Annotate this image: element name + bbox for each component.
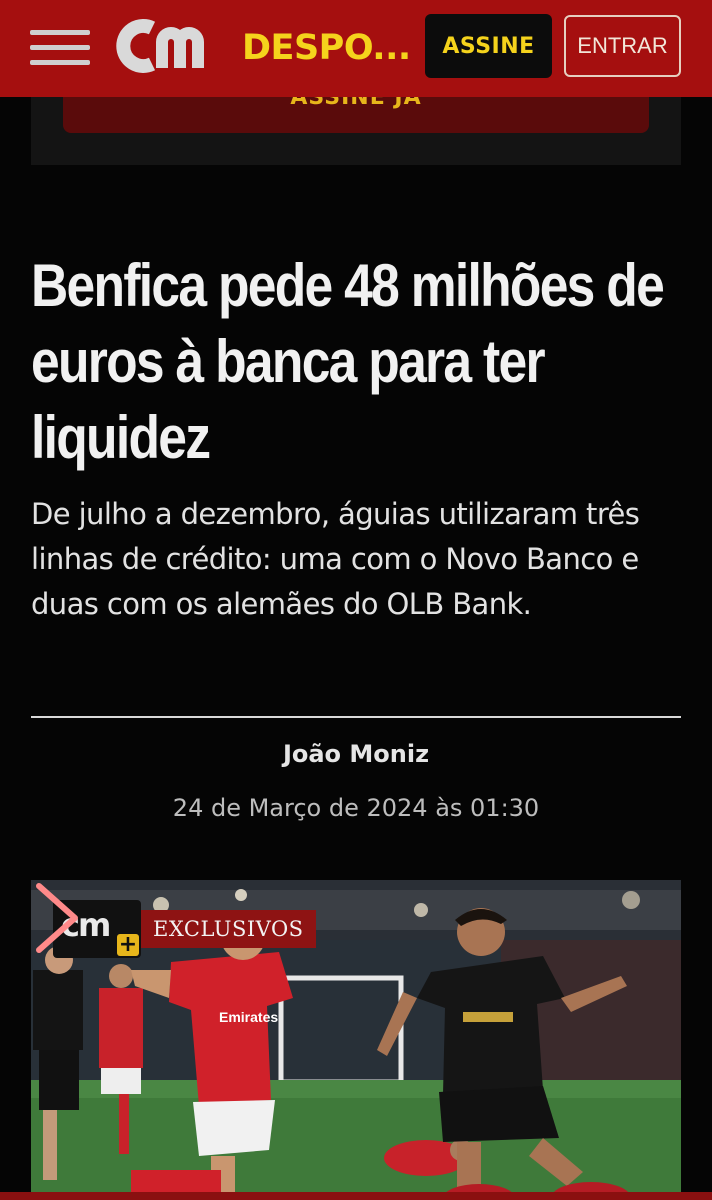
divider — [31, 716, 681, 718]
promo-card: ASSINE JÁ — [31, 97, 681, 165]
exclusivos-badge: EXCLUSIVOS — [141, 910, 316, 948]
top-bar: cm DESPO... ASSINE ENTRAR — [0, 0, 712, 97]
article-photo[interactable]: Emirates cm + EXCLUSIVOS — [31, 880, 681, 1200]
cm-logo[interactable]: cm — [112, 16, 224, 76]
chevron-right-icon[interactable] — [31, 880, 81, 956]
article-date: 24 de Março de 2024 às 01:30 — [172, 794, 540, 822]
login-button[interactable]: ENTRAR — [564, 15, 681, 77]
cm-logo-text: cm — [112, 16, 114, 17]
promo-subscribe-button[interactable]: ASSINE JÁ — [63, 97, 649, 133]
article-lead: De julho a dezembro, águias utilizaram t… — [31, 497, 640, 621]
section-title[interactable]: DESPO... — [242, 24, 411, 72]
article-headline: Benfica pede 48 milhões de euros à banca… — [31, 252, 665, 471]
promo-subscribe-label: ASSINE JÁ — [290, 97, 422, 110]
plus-icon: + — [117, 932, 139, 957]
shirt-sponsor: Emirates — [219, 1009, 278, 1025]
article-author[interactable]: João Moniz — [0, 740, 712, 768]
menu-icon[interactable] — [30, 28, 90, 66]
bottom-bar — [0, 1192, 712, 1200]
subscribe-button[interactable]: ASSINE — [425, 14, 552, 78]
